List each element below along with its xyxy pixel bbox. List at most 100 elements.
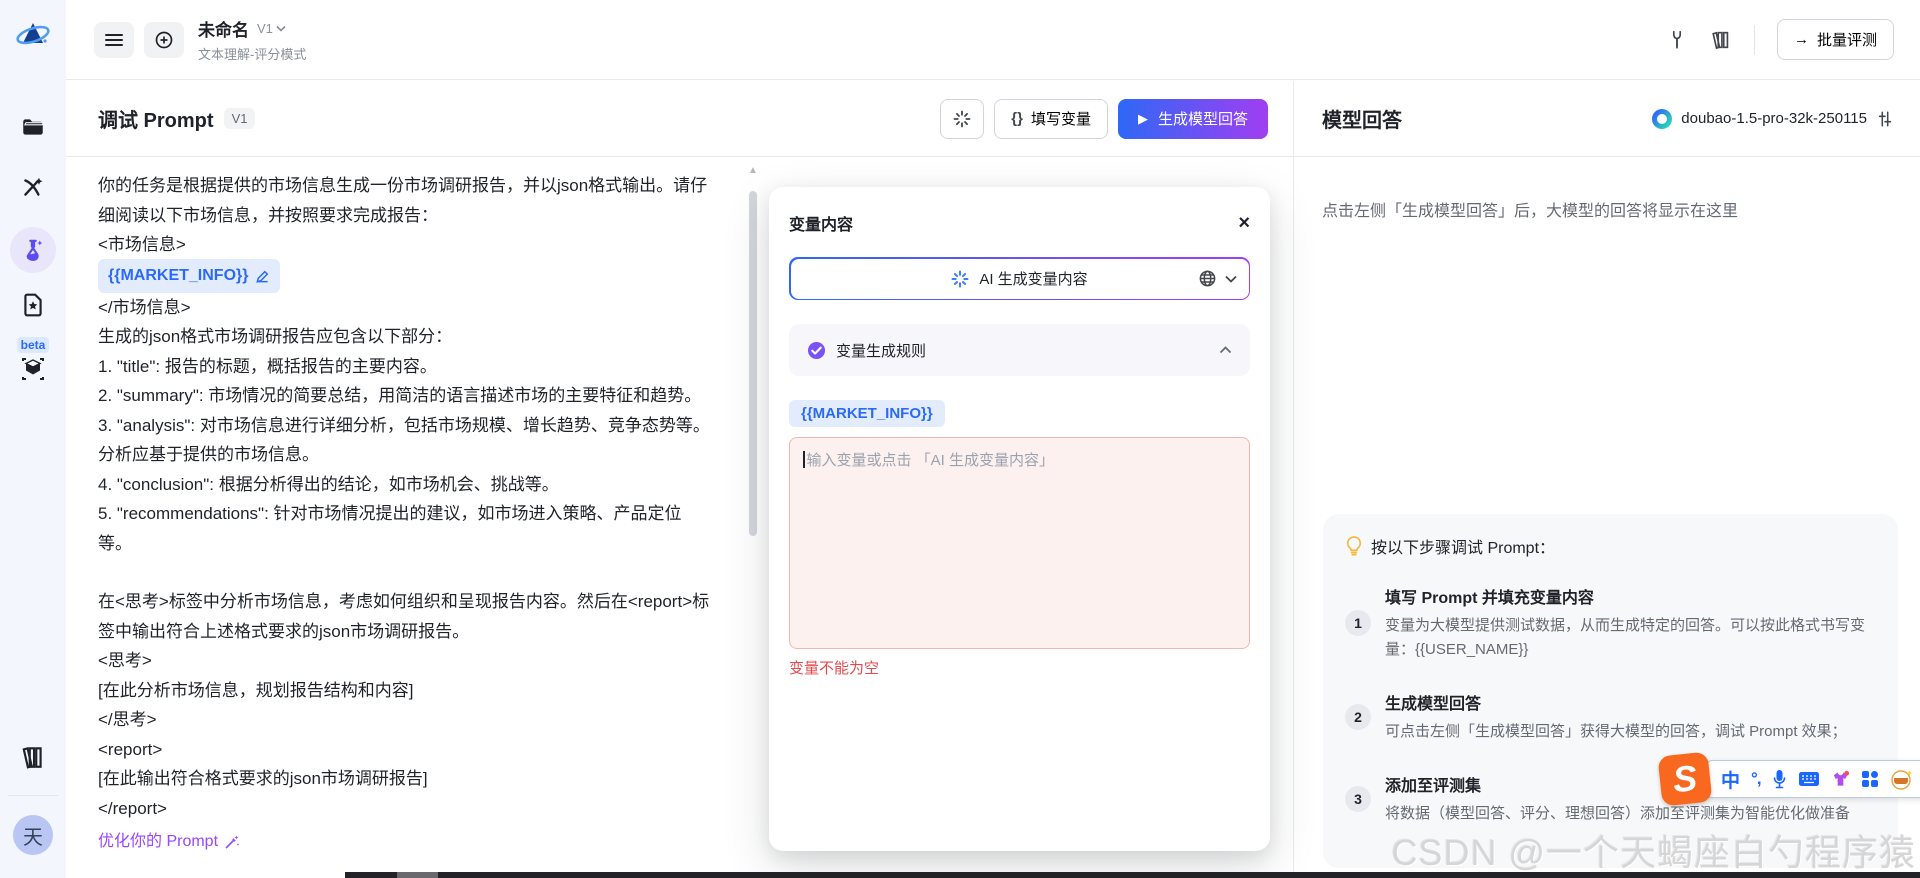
edit-pencil-icon <box>255 269 270 284</box>
prompt-variable-pill[interactable]: {{MARKET_INFO}} <box>98 259 280 293</box>
app-logo[interactable] <box>0 16 66 54</box>
scrollbar-thumb[interactable] <box>749 191 757 536</box>
ai-optimize-button[interactable] <box>940 99 984 139</box>
lightbulb-icon <box>1345 536 1363 556</box>
globe-icon[interactable] <box>1198 269 1217 288</box>
tip-step: 1 填写 Prompt 并填充变量内容 变量为大模型提供测试数据，从而生成特定的… <box>1345 584 1876 662</box>
optimize-prompt-link[interactable]: 优化你的 Prompt <box>98 827 240 857</box>
variable-rules-section[interactable]: 变量生成规则 <box>789 324 1250 376</box>
hamburger-icon <box>105 33 123 47</box>
hamburger-menu-button[interactable] <box>94 22 134 58</box>
modal-title: 变量内容 <box>789 211 853 235</box>
step-title: 填写 Prompt 并填充变量内容 <box>1385 584 1876 608</box>
emoji-icon[interactable] <box>1890 768 1914 790</box>
new-version-button[interactable] <box>144 22 184 58</box>
empty-answer-hint: 点击左侧「生成模型回答」后，大模型的回答将显示在这里 <box>1322 197 1892 221</box>
step-number: 2 <box>1345 704 1371 730</box>
step-title: 生成模型回答 <box>1385 690 1847 714</box>
ime-toolbar: S 中 °, <box>1660 750 1920 804</box>
ime-icon-bar: 中 °, <box>1706 760 1920 798</box>
fill-variables-button[interactable]: {} 填写变量 <box>994 99 1108 139</box>
beta-badge: beta <box>0 337 66 353</box>
sidebar-item-folder[interactable] <box>0 114 66 140</box>
variable-textarea[interactable]: 输入变量或点击 「AI 生成变量内容」 <box>789 437 1250 649</box>
prompt-text-line: 在<思考>标签中分析市场信息，考虑如何组织和呈现报告内容。然后在<report>… <box>98 587 766 617</box>
prompt-text-line: 2. "summary": 市场情况的简要总结，用简洁的语言描述市场的主要特征和… <box>98 381 766 411</box>
prompt-text-line: <思考> <box>98 646 766 676</box>
close-icon[interactable]: × <box>1238 213 1250 233</box>
sidebar-item-prompt-tools[interactable] <box>0 174 66 200</box>
prompt-text-line: 4. "conclusion": 根据分析得出的结论，如市场机会、挑战等。 <box>98 470 766 500</box>
document-title: 未命名 <box>198 16 249 41</box>
prompt-text-line: 3. "analysis": 对市场信息进行详细分析，包括市场规模、增长趋势、竞… <box>98 411 766 441</box>
prompt-version-badge: V1 <box>224 108 256 129</box>
topbar: 未命名 V1 文本理解-评分模式 → 批量评测 <box>66 0 1920 80</box>
prompt-editor[interactable]: 你的任务是根据提供的市场信息生成一份市场调研报告，并以json格式输出。请仔细阅… <box>66 157 766 857</box>
step-description: 可点击左侧「生成模型回答」获得大模型的回答，调试 Prompt 效果； <box>1385 720 1847 744</box>
document-subtitle: 文本理解-评分模式 <box>198 44 306 63</box>
step-number: 1 <box>1345 610 1371 636</box>
user-avatar[interactable]: 天 <box>0 815 66 855</box>
prompt-text-line: 5. "recommendations": 针对市场情况提出的建议，如市场进入策… <box>98 499 766 529</box>
chevron-up-icon[interactable] <box>1219 346 1232 354</box>
sidebar-item-library[interactable] <box>0 744 66 770</box>
topbar-divider <box>1754 25 1755 55</box>
tip-step: 2 生成模型回答 可点击左侧「生成模型回答」获得大模型的回答，调试 Prompt… <box>1345 690 1876 744</box>
version-selector[interactable]: V1 <box>257 21 286 36</box>
wrench-icon[interactable] <box>1666 29 1688 51</box>
apps-grid-icon[interactable] <box>1861 770 1879 788</box>
prompt-scrollbar[interactable]: ▲ ▼ <box>746 165 760 878</box>
add-icon <box>154 30 174 50</box>
mic-icon[interactable] <box>1772 769 1787 789</box>
taskbar-sliver <box>345 872 1920 878</box>
chevron-down-icon <box>276 25 286 32</box>
sidebar: beta 天 <box>0 0 66 878</box>
document-title-block: 未命名 V1 文本理解-评分模式 <box>198 16 306 63</box>
tips-header: 按以下步骤调试 Prompt： <box>1371 534 1555 558</box>
variable-content-modal: 变量内容 × AI 生成变量内容 变量生成规则 <box>769 187 1270 851</box>
prompt-text-line: 1. "title": 报告的标题，概括报告的主要内容。 <box>98 352 766 382</box>
chevron-down-icon[interactable] <box>1225 275 1237 283</box>
prompt-text-line: 等。 <box>98 529 766 559</box>
debug-tips-card: 按以下步骤调试 Prompt： 1 填写 Prompt 并填充变量内容 变量为大… <box>1323 514 1898 868</box>
taskbar-segment <box>397 872 438 878</box>
rules-label: 变量生成规则 <box>836 340 926 361</box>
validation-error: 变量不能为空 <box>789 657 1250 678</box>
sparkle-icon <box>953 110 971 128</box>
magic-wand-icon <box>224 834 240 850</box>
books-icon[interactable] <box>1710 29 1732 51</box>
skin-icon[interactable] <box>1831 770 1850 788</box>
chinese-mode-icon[interactable]: 中 <box>1721 766 1740 793</box>
batch-eval-button[interactable]: → 批量评测 <box>1777 19 1894 60</box>
generate-answer-button[interactable]: ▶ 生成模型回答 <box>1118 99 1268 139</box>
prompt-text-line: [在此分析市场信息，规划报告结构和内容] <box>98 676 766 706</box>
prompt-panel-header: 调试 Prompt V1 {} 填写变量 ▶ 生成模型回答 <box>66 81 1293 157</box>
textarea-placeholder: 输入变量或点击 「AI 生成变量内容」 <box>807 452 1055 469</box>
prompt-text-line: </思考> <box>98 705 766 735</box>
sogou-logo[interactable]: S <box>1658 752 1713 807</box>
sidebar-item-file-star[interactable] <box>0 292 66 318</box>
keyboard-icon[interactable] <box>1798 771 1820 787</box>
sliders-icon[interactable] <box>1876 110 1894 128</box>
sidebar-item-playground-active[interactable] <box>0 227 66 273</box>
prompt-text-line: </市场信息> <box>98 293 766 323</box>
text-caret <box>803 451 805 468</box>
ai-generate-variables-button[interactable]: AI 生成变量内容 <box>789 257 1250 300</box>
prompt-text-line: 生成的json格式市场调研报告应包含以下部分： <box>98 322 766 352</box>
prompt-text-line: </report> <box>98 794 766 824</box>
step-number: 3 <box>1345 786 1371 812</box>
variable-tag[interactable]: {{MARKET_INFO}} <box>789 400 945 427</box>
app-root: beta 天 未命名 <box>0 0 1920 878</box>
prompt-text-line: 签中输出符合上述格式要求的json市场调研报告。 <box>98 617 766 647</box>
prompt-text-line: 细阅读以下市场信息，并按照要求完成报告： <box>98 201 766 231</box>
scroll-up-icon[interactable]: ▲ <box>746 165 760 176</box>
play-icon: ▶ <box>1138 111 1148 127</box>
model-selector[interactable]: doubao-1.5-pro-32k-250115 <box>1652 109 1894 129</box>
punctuation-icon[interactable]: °, <box>1751 769 1761 789</box>
prompt-text-line: 分析应基于提供的市场信息。 <box>98 440 766 470</box>
answer-panel-header: 模型回答 doubao-1.5-pro-32k-250115 <box>1294 81 1920 157</box>
csdn-watermark: CSDN @一个天蝎座白勺程序猿 <box>1391 824 1916 876</box>
active-item-background <box>10 227 56 273</box>
doubao-logo <box>1652 109 1672 129</box>
sidebar-item-cube-beta[interactable] <box>0 355 66 383</box>
